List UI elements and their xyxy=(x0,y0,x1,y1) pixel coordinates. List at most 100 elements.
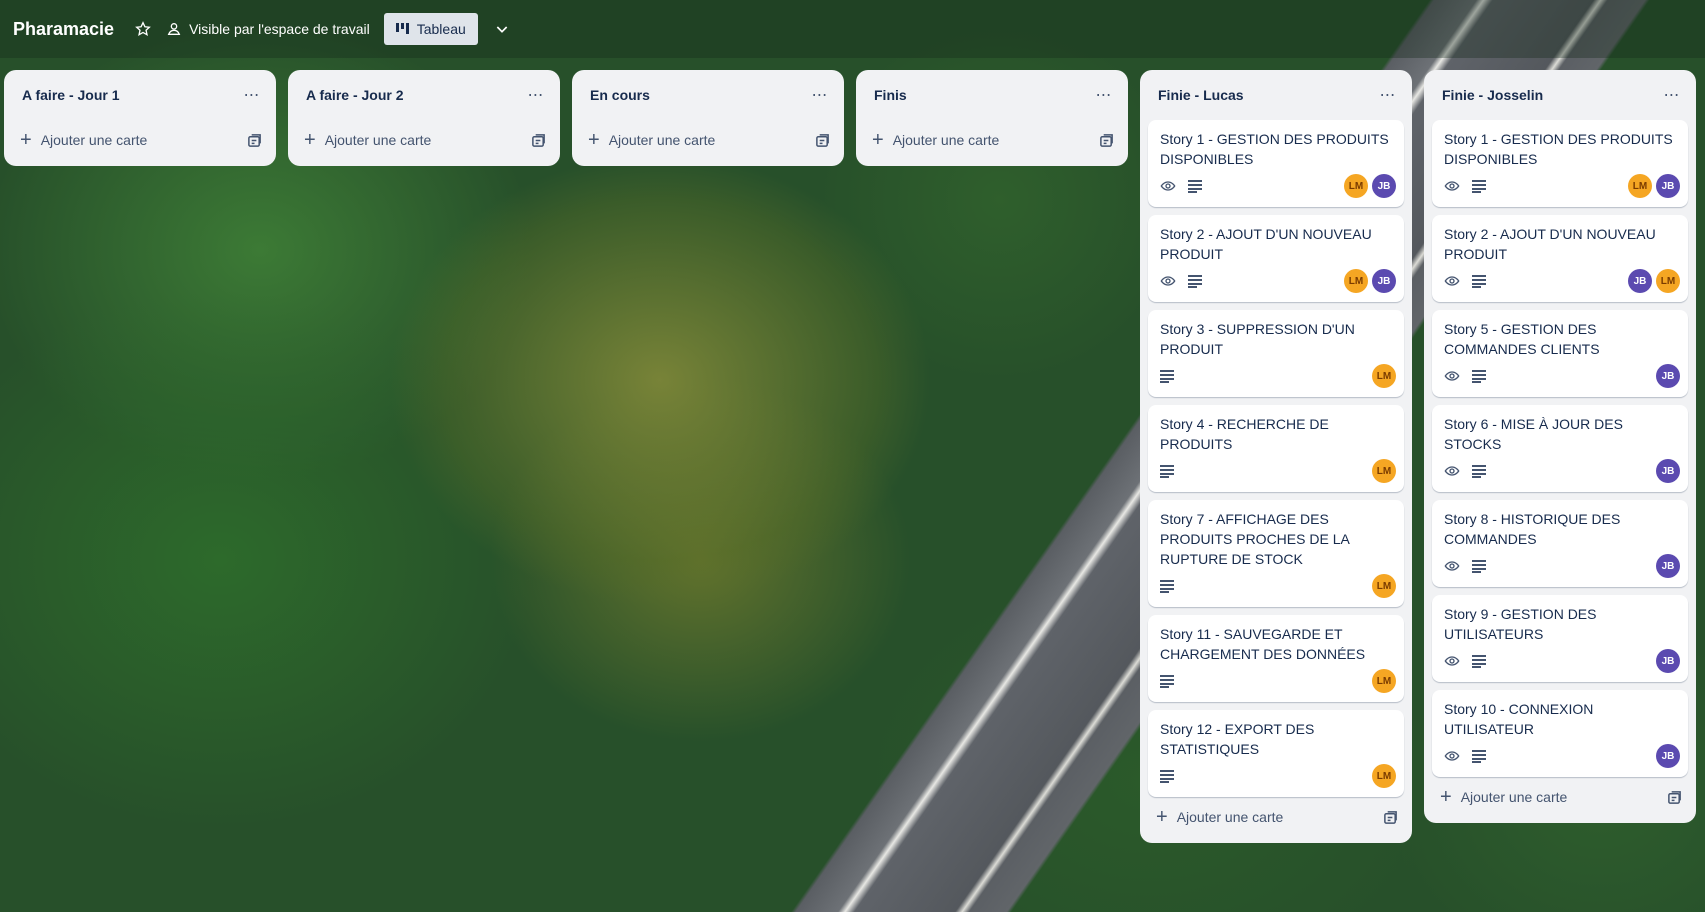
add-card-label: Ajouter une carte xyxy=(1460,789,1568,805)
list-title[interactable]: A faire - Jour 2 xyxy=(306,87,404,103)
template-card-icon[interactable] xyxy=(1383,810,1398,825)
plus-icon: + xyxy=(872,129,884,151)
card-members: LM xyxy=(1372,574,1396,598)
avatar[interactable]: JB xyxy=(1656,554,1680,578)
card-footer: LM JB xyxy=(1160,173,1396,199)
card[interactable]: Story 2 - AJOUT D'UN NOUVEAU PRODUIT LM JB xyxy=(1148,215,1404,302)
avatar[interactable]: LM xyxy=(1344,174,1368,198)
list-header: Finie - Lucas ⋯ xyxy=(1148,70,1404,120)
avatar[interactable]: LM xyxy=(1372,764,1396,788)
description-icon xyxy=(1472,559,1486,573)
avatar[interactable]: LM xyxy=(1344,269,1368,293)
add-card-button[interactable]: + Ajouter une carte xyxy=(296,122,552,158)
card-footer: LM xyxy=(1160,763,1396,789)
card[interactable]: Story 1 - GESTION DES PRODUITS DISPONIBL… xyxy=(1148,120,1404,207)
card-badges xyxy=(1160,178,1202,194)
card[interactable]: Story 7 - AFFICHAGE DES PRODUITS PROCHES… xyxy=(1148,500,1404,607)
card-footer: JB xyxy=(1444,743,1680,769)
template-card-icon[interactable] xyxy=(247,133,262,148)
visibility-button[interactable]: Visible par l'espace de travail xyxy=(166,21,370,37)
avatar[interactable]: JB xyxy=(1656,174,1680,198)
people-icon xyxy=(167,23,181,35)
add-card-left: + Ajouter une carte xyxy=(20,130,147,150)
card-title: Story 10 - CONNEXION UTILISATEUR xyxy=(1444,701,1594,737)
chevron-down-icon[interactable] xyxy=(490,17,514,41)
description-icon xyxy=(1188,274,1202,288)
card-title: Story 2 - AJOUT D'UN NOUVEAU PRODUIT xyxy=(1444,226,1656,262)
avatar[interactable]: LM xyxy=(1372,459,1396,483)
add-card-button[interactable]: + Ajouter une carte xyxy=(12,122,268,158)
card-title: Story 4 - RECHERCHE DE PRODUITS xyxy=(1160,416,1329,452)
avatar[interactable]: JB xyxy=(1656,364,1680,388)
watch-eye-icon xyxy=(1444,653,1460,669)
view-switcher-button[interactable]: Tableau xyxy=(383,13,478,45)
card-badges xyxy=(1160,369,1174,383)
template-card-icon[interactable] xyxy=(1667,790,1682,805)
card[interactable]: Story 10 - CONNEXION UTILISATEUR JB xyxy=(1432,690,1688,777)
description-icon xyxy=(1472,369,1486,383)
list-title[interactable]: Finie - Josselin xyxy=(1442,87,1543,103)
card[interactable]: Story 2 - AJOUT D'UN NOUVEAU PRODUIT JB LM xyxy=(1432,215,1688,302)
add-card-button[interactable]: + Ajouter une carte xyxy=(864,122,1120,158)
card-title: Story 8 - HISTORIQUE DES COMMANDES xyxy=(1444,511,1621,547)
board-title[interactable]: Pharamacie xyxy=(13,19,114,40)
more-icon[interactable]: ⋯ xyxy=(236,79,268,111)
avatar[interactable]: LM xyxy=(1628,174,1652,198)
card-title: Story 7 - AFFICHAGE DES PRODUITS PROCHES… xyxy=(1160,511,1350,567)
avatar[interactable]: LM xyxy=(1372,364,1396,388)
list-title[interactable]: Finis xyxy=(874,87,907,103)
board-header: Pharamacie Visible par l'espace de trava… xyxy=(0,0,1705,58)
card-title: Story 9 - GESTION DES UTILISATEURS xyxy=(1444,606,1597,642)
card[interactable]: Story 4 - RECHERCHE DE PRODUITS LM xyxy=(1148,405,1404,492)
card[interactable]: Story 8 - HISTORIQUE DES COMMANDES JB xyxy=(1432,500,1688,587)
more-icon[interactable]: ⋯ xyxy=(804,79,836,111)
add-card-left: + Ajouter une carte xyxy=(304,130,431,150)
list-column: En cours ⋯ + Ajouter une carte xyxy=(572,70,844,166)
template-card-icon[interactable] xyxy=(531,133,546,148)
add-card-left: + Ajouter une carte xyxy=(1156,807,1283,827)
card-list: Story 1 - GESTION DES PRODUITS DISPONIBL… xyxy=(1148,120,1404,797)
avatar[interactable]: LM xyxy=(1372,574,1396,598)
card-members: LM xyxy=(1372,764,1396,788)
card-members: JB xyxy=(1656,459,1680,483)
card-badges xyxy=(1160,674,1174,688)
card[interactable]: Story 6 - MISE À JOUR DES STOCKS JB xyxy=(1432,405,1688,492)
add-card-button[interactable]: + Ajouter une carte xyxy=(580,122,836,158)
card[interactable]: Story 12 - EXPORT DES STATISTIQUES LM xyxy=(1148,710,1404,797)
plus-icon: + xyxy=(1440,786,1452,808)
card-badges xyxy=(1444,748,1486,764)
description-icon xyxy=(1160,464,1174,478)
more-icon[interactable]: ⋯ xyxy=(1088,79,1120,111)
add-card-button[interactable]: + Ajouter une carte xyxy=(1432,779,1688,815)
template-card-icon[interactable] xyxy=(815,133,830,148)
card-title: Story 5 - GESTION DES COMMANDES CLIENTS xyxy=(1444,321,1600,357)
avatar[interactable]: JB xyxy=(1372,269,1396,293)
card[interactable]: Story 5 - GESTION DES COMMANDES CLIENTS J… xyxy=(1432,310,1688,397)
card-footer: JB xyxy=(1444,458,1680,484)
more-icon[interactable]: ⋯ xyxy=(1656,79,1688,111)
card[interactable]: Story 3 - SUPPRESSION D'UN PRODUIT LM xyxy=(1148,310,1404,397)
card[interactable]: Story 11 - SAUVEGARDE ET CHARGEMENT DES … xyxy=(1148,615,1404,702)
avatar[interactable]: JB xyxy=(1656,744,1680,768)
avatar[interactable]: JB xyxy=(1628,269,1652,293)
card[interactable]: Story 9 - GESTION DES UTILISATEURS JB xyxy=(1432,595,1688,682)
avatar[interactable]: LM xyxy=(1656,269,1680,293)
list-title[interactable]: A faire - Jour 1 xyxy=(22,87,120,103)
avatar[interactable]: JB xyxy=(1656,459,1680,483)
avatar[interactable]: JB xyxy=(1372,174,1396,198)
card[interactable]: Story 1 - GESTION DES PRODUITS DISPONIBL… xyxy=(1432,120,1688,207)
star-icon[interactable] xyxy=(132,18,154,40)
add-card-button[interactable]: + Ajouter une carte xyxy=(1148,799,1404,835)
card-title: Story 1 - GESTION DES PRODUITS DISPONIBL… xyxy=(1160,131,1389,167)
template-card-icon[interactable] xyxy=(1099,133,1114,148)
avatar[interactable]: JB xyxy=(1656,649,1680,673)
list-column: Finie - Josselin ⋯ Story 1 - GESTION DES P… xyxy=(1424,70,1696,823)
list-title[interactable]: En cours xyxy=(590,87,650,103)
list-header: A faire - Jour 2 ⋯ xyxy=(296,70,552,120)
add-card-label: Ajouter une carte xyxy=(608,132,716,148)
more-icon[interactable]: ⋯ xyxy=(520,79,552,111)
more-icon[interactable]: ⋯ xyxy=(1372,79,1404,111)
description-icon xyxy=(1472,179,1486,193)
list-title[interactable]: Finie - Lucas xyxy=(1158,87,1244,103)
avatar[interactable]: LM xyxy=(1372,669,1396,693)
